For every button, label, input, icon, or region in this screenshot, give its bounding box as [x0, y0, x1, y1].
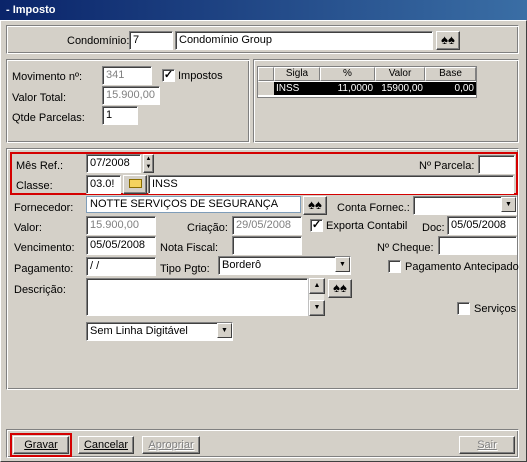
chevron-down-icon[interactable]: ▼ — [217, 323, 232, 338]
classe-code-input[interactable]: 03.0! — [86, 175, 121, 194]
folder-icon — [128, 179, 142, 188]
sair-button[interactable]: Sair — [459, 436, 515, 454]
conta-fornec-label: Conta Fornec.: — [337, 202, 410, 214]
condominio-label: Condomínio: — [67, 35, 130, 47]
window-titlebar: - Imposto — [0, 0, 527, 20]
linha-digitavel-select[interactable]: Sem Linha Digitável ▼ — [86, 322, 233, 341]
classe-name-input[interactable]: INSS — [148, 175, 514, 194]
vencimento-input[interactable]: 05/05/2008 — [86, 236, 156, 255]
cancelar-button[interactable]: Cancelar — [78, 436, 134, 454]
nota-fiscal-label: Nota Fiscal: — [160, 242, 219, 254]
col-valor[interactable]: Valor — [375, 67, 425, 81]
tax-grid[interactable]: Sigla % Valor Base INSS 11,0000 15900,00… — [257, 66, 477, 98]
scroll-down-icon[interactable]: ▼ — [309, 300, 325, 316]
linha-digitavel-value: Sem Linha Digitável — [90, 325, 188, 337]
window-title: - Imposto — [6, 4, 56, 16]
qtde-parcelas-label: Qtde Parcelas: — [12, 112, 85, 124]
tipo-pgto-value: Borderô — [222, 259, 262, 271]
fornecedor-label: Fornecedor: — [14, 202, 74, 214]
conta-fornec-select[interactable]: ▼ — [413, 196, 517, 215]
nota-fiscal-input[interactable] — [232, 236, 302, 255]
servicos-label: Serviços — [474, 303, 517, 315]
row-indicator — [258, 82, 274, 95]
cheque-input[interactable] — [438, 236, 517, 255]
apropriar-label: Apropriar — [148, 439, 194, 451]
gravar-label: Gravar — [24, 439, 58, 451]
pagamento-label: Pagamento: — [14, 263, 74, 275]
classe-folder-button[interactable] — [123, 175, 147, 194]
fornecedor-search-button[interactable]: ♠♠ — [303, 196, 327, 215]
binoculars-icon: ♠♠ — [308, 197, 322, 212]
cell-pct: 11,0000 — [320, 82, 375, 95]
cancelar-label: Cancelar — [83, 439, 129, 451]
impostos-label: Impostos — [178, 70, 223, 82]
descricao-label: Descrição: — [14, 284, 66, 296]
binoculars-icon: ♠♠ — [441, 32, 455, 47]
cell-sigla: INSS — [274, 82, 320, 95]
col-pct[interactable]: % — [320, 67, 375, 81]
cell-valor: 15900,00 — [375, 82, 425, 95]
condominio-name-input[interactable]: Condomínio Group — [175, 31, 433, 50]
mes-ref-label: Mês Ref.: — [16, 160, 64, 172]
pag-antecipado-checkbox[interactable] — [388, 260, 401, 273]
gravar-button[interactable]: Gravar — [13, 436, 69, 454]
pag-antecipado-label: Pagamento Antecipado — [405, 261, 519, 273]
parcela-input[interactable] — [478, 155, 515, 174]
mes-ref-input[interactable]: 07/2008 — [86, 154, 141, 173]
movimento-label: Movimento nº: — [12, 71, 83, 83]
criacao-label: Criação: — [187, 222, 228, 234]
doc-input[interactable]: 05/05/2008 — [447, 216, 517, 235]
grid-corner — [258, 67, 274, 81]
main-window: Condomínio: 7 Condomínio Group ♠♠ Movime… — [0, 20, 527, 462]
mes-ref-spinner[interactable]: ▲ ▼ — [143, 154, 154, 173]
col-sigla[interactable]: Sigla — [274, 67, 320, 81]
valor-total-label: Valor Total: — [12, 92, 67, 104]
parcela-label: Nº Parcela: — [419, 160, 475, 172]
valor-total-input[interactable]: 15.900,00 — [102, 86, 160, 105]
tipo-pgto-select[interactable]: Borderô ▼ — [218, 256, 351, 275]
exporta-checkbox[interactable]: ✓ — [310, 219, 323, 232]
sair-label: Sair — [477, 439, 497, 451]
cheque-label: Nº Cheque: — [377, 242, 434, 254]
cell-base: 0,00 — [425, 82, 476, 95]
chevron-down-icon[interactable]: ▼ — [335, 257, 350, 272]
condominio-search-button[interactable]: ♠♠ — [436, 31, 460, 50]
vencimento-label: Vencimento: — [14, 242, 75, 254]
doc-label: Doc: — [422, 222, 445, 234]
descricao-scrollbar[interactable]: ▲ ▼ — [308, 278, 325, 316]
servicos-checkbox[interactable] — [457, 302, 470, 315]
exporta-label: Exporta Contabil — [326, 220, 408, 232]
pagamento-input[interactable]: / / — [86, 257, 156, 276]
condominio-code-input[interactable]: 7 — [129, 31, 173, 50]
descricao-search-button[interactable]: ♠♠ — [328, 279, 352, 298]
col-base[interactable]: Base — [425, 67, 476, 81]
scroll-up-icon[interactable]: ▲ — [309, 278, 325, 294]
classe-label: Classe: — [16, 180, 53, 192]
tipo-pgto-label: Tipo Pgto: — [160, 263, 210, 275]
apropriar-button[interactable]: Apropriar — [142, 436, 200, 454]
valor-label: Valor: — [14, 222, 42, 234]
descricao-textarea[interactable] — [86, 278, 308, 316]
impostos-checkbox[interactable]: ✓ — [162, 69, 175, 82]
movimento-input[interactable]: 341 — [102, 66, 152, 85]
fornecedor-input[interactable]: NOTTE SERVIÇOS DE SEGURANÇA — [86, 196, 301, 213]
valor-input[interactable]: 15.900,00 — [86, 216, 156, 235]
binoculars-icon: ♠♠ — [333, 280, 347, 295]
chevron-down-icon[interactable]: ▼ — [501, 197, 516, 212]
qtde-parcelas-input[interactable]: 1 — [102, 106, 138, 125]
criacao-input[interactable]: 29/05/2008 — [232, 216, 302, 235]
